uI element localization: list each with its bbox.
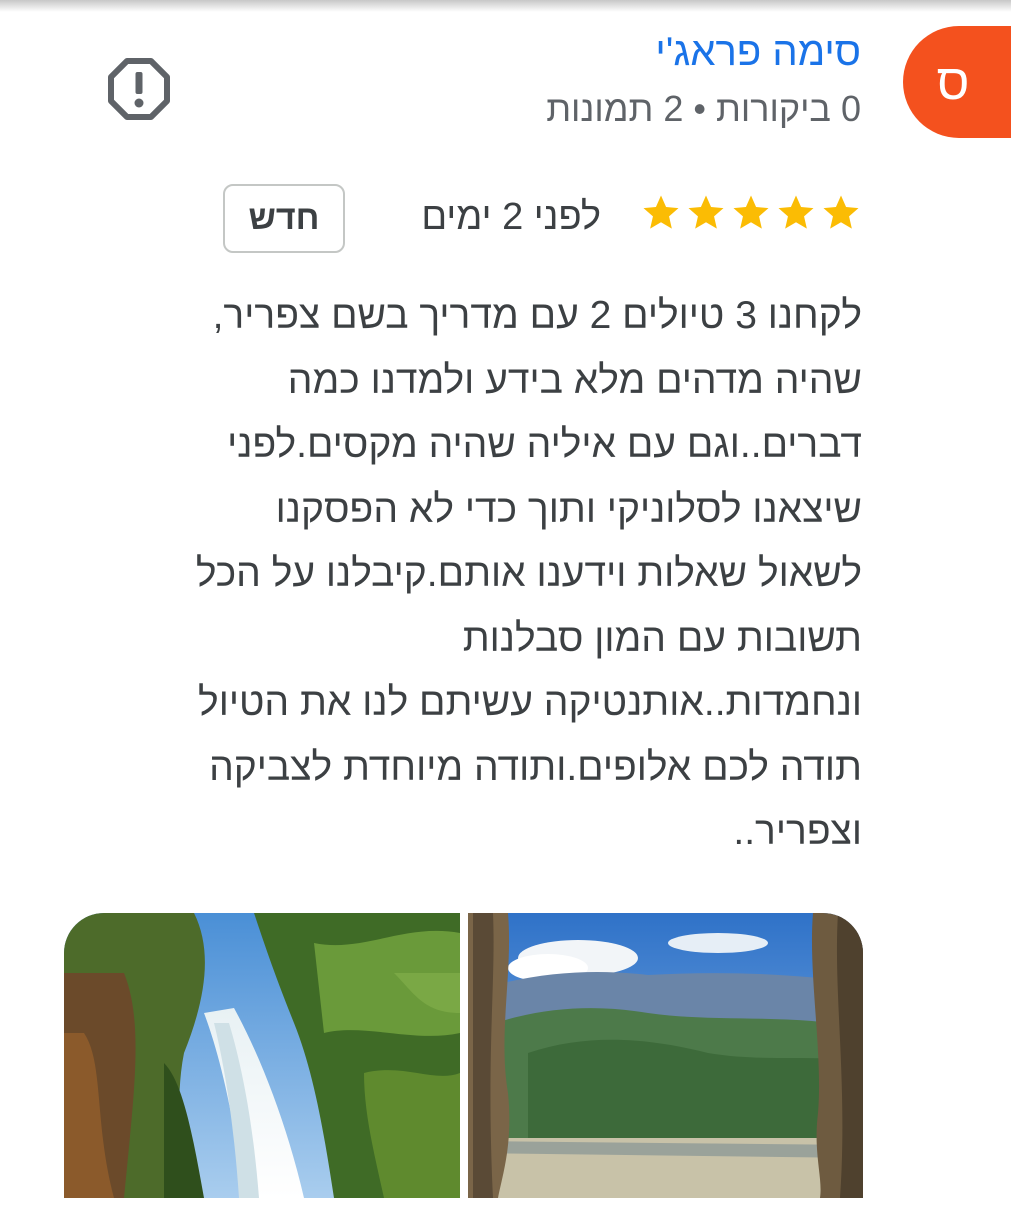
review-text-line: שהיה מדהים מלא בידע ולמדנו כמה <box>287 358 862 402</box>
star-icon <box>778 195 814 229</box>
review-text: לקחנו 3 טיולים 2 עם מדריך בשם צפריר, שהי… <box>80 284 862 865</box>
new-badge: חדש <box>223 184 345 253</box>
report-flag-icon[interactable] <box>108 58 170 120</box>
top-divider-shadow <box>0 0 1011 12</box>
star-icon <box>823 195 859 229</box>
star-icon <box>733 195 769 229</box>
review-text-line: תודה לכם אלופים.ותודה מיוחדת לצביקה <box>209 745 862 789</box>
review-photos <box>64 913 863 1198</box>
star-icon <box>688 195 724 229</box>
review-text-line: שיצאנו לסלוניקי ותוך כדי לא הפסקנו <box>275 487 862 531</box>
mountain-view-photo[interactable] <box>468 913 863 1198</box>
avatar-letter: ס <box>936 54 970 110</box>
review-text-line: וצפריר.. <box>733 810 862 853</box>
reviewer-stats: 0 ביקורות • 2 תמונות <box>546 88 861 129</box>
avatar[interactable]: ס <box>903 26 1011 138</box>
review-text-line: תשובות עם המון סבלנות <box>462 616 862 660</box>
star-rating <box>640 192 862 240</box>
review-date: לפני 2 ימים <box>421 196 601 238</box>
review-text-line: לשאול שאלות וידענו אותם.קיבלנו על הכל <box>195 552 862 595</box>
waterfall-photo[interactable] <box>64 913 460 1198</box>
review-text-line: ונחמדות..אותנטיקה עשיתם לנו את הטיול <box>198 681 862 724</box>
review-card: ס סימה פראג'י 0 ביקורות • 2 תמונות לפני … <box>0 0 1011 1229</box>
review-text-line: לקחנו 3 טיולים 2 עם מדריך בשם צפריר, <box>212 294 862 337</box>
reviewer-name[interactable]: סימה פראג'י <box>655 30 861 75</box>
review-text-line: דברים..וגם עם איליה שהיה מקסים.לפני <box>227 423 862 466</box>
star-icon <box>643 195 679 229</box>
